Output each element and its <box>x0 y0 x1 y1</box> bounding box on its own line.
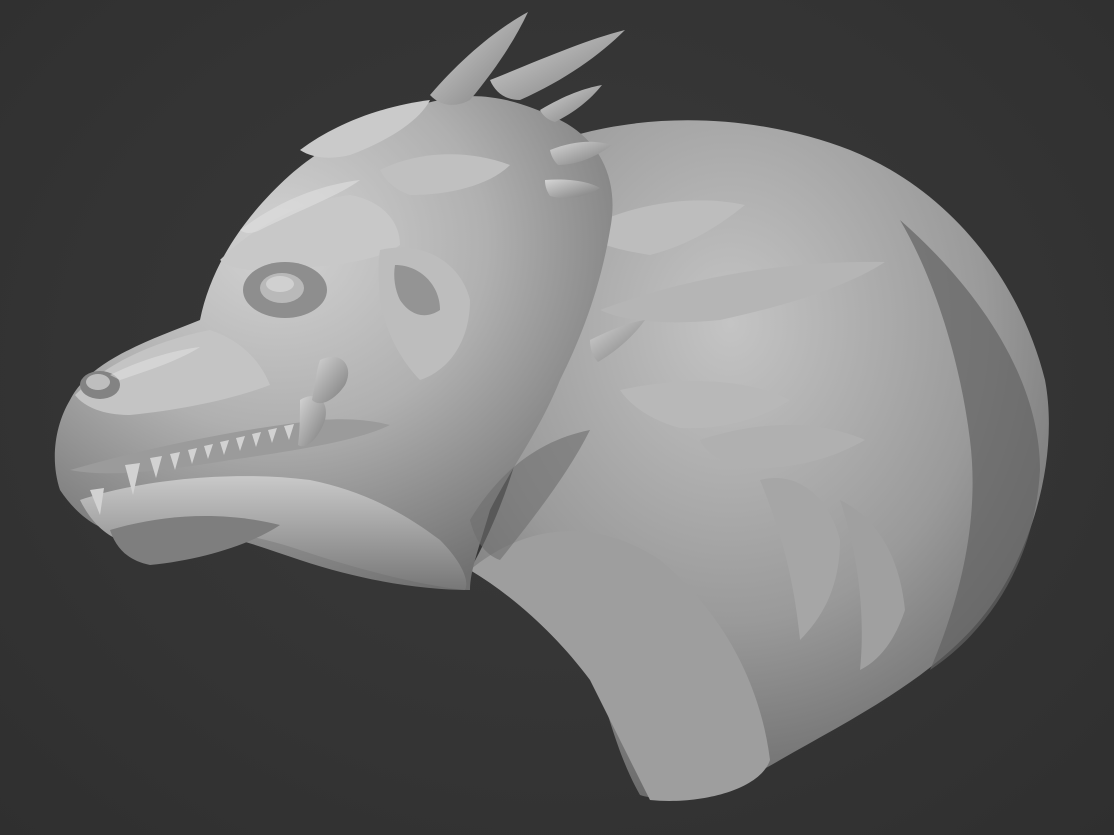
nostril-rim <box>86 374 110 390</box>
sculpt-viewport[interactable] <box>0 0 1114 835</box>
dragon-head-sculpt <box>54 12 1049 801</box>
eye-lid <box>266 276 294 292</box>
crest-spike <box>540 85 602 122</box>
